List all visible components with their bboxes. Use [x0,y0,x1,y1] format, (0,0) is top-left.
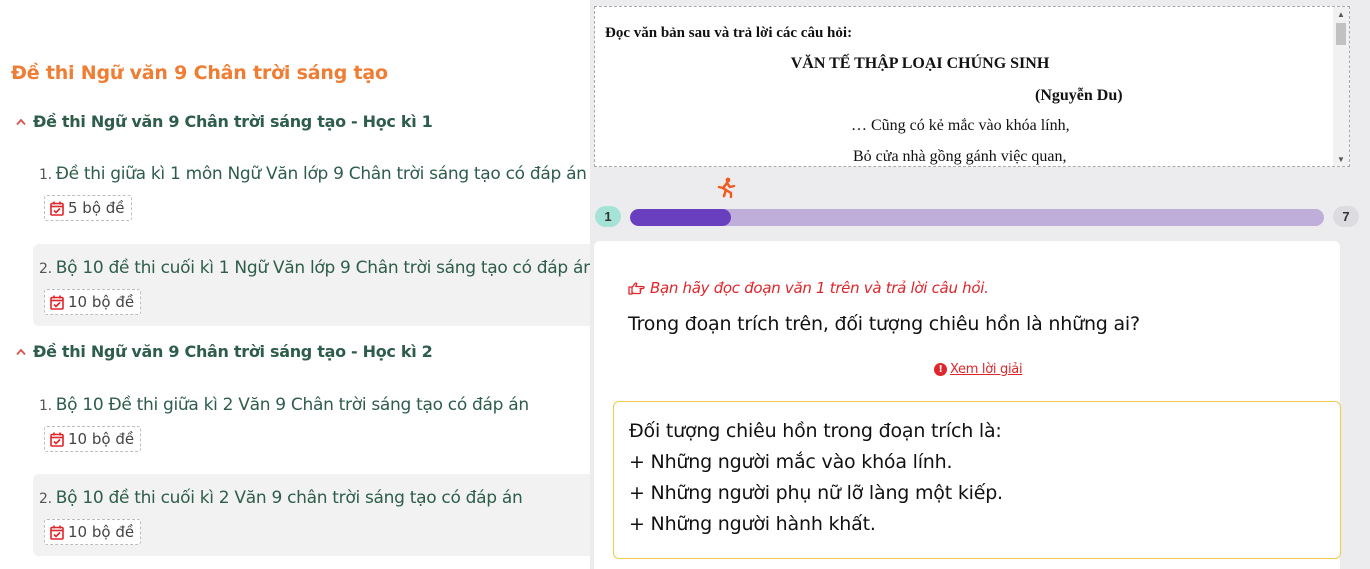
reading-passage[interactable]: Đọc văn bản sau và trả lời các câu hỏi: … [594,6,1350,167]
exam-count-label: 10 bộ đề [68,523,135,541]
progress-track [630,209,1324,226]
list-item[interactable]: 1. Đề thi giữa kì 1 môn Ngữ Văn lớp 9 Châ… [33,150,590,232]
answer-line: + Những người phụ nữ lỡ làng một kiếp. [629,482,1003,504]
quiz-panel: Đọc văn bản sau và trả lời các câu hỏi: … [590,0,1370,569]
passage-author: (Nguyễn Du) [1035,87,1123,104]
list-item-title[interactable]: 1. Bộ 10 Đề thi giữa kì 2 Văn 9 Chân trời… [39,395,529,415]
progress-fill [630,209,731,226]
scrollbar-thumb[interactable] [1336,23,1346,45]
exam-count-badge: 10 bộ đề [44,519,142,545]
list-item-label: Bộ 10 đề thi cuối kì 1 Ngữ Văn lớp 9 Châ… [55,258,594,278]
progress-start-label: 1 [595,206,621,227]
exam-list-panel: Đề thi Ngữ văn 9 Chân trời sáng tạo Đề t… [0,0,594,569]
list-item-number: 1. [39,398,52,414]
passage-title: VĂN TẾ THẬP LOẠI CHÚNG SINH [790,55,1050,72]
chevron-up-icon [16,345,27,359]
hint-text: Bạn hãy đọc đoạn văn 1 trên và trả lời c… [650,279,989,297]
list-item-number: 2. [39,491,52,507]
hand-pointing-icon [628,281,645,295]
page-title: Đề thi Ngữ văn 9 Chân trời sáng tạo [11,62,388,84]
passage-intro: Đọc văn bản sau và trả lời các câu hỏi: [605,25,853,41]
answer-box: Đối tượng chiêu hồn trong đoạn trích là:… [613,401,1341,559]
calendar-check-icon [50,295,64,310]
list-item-title[interactable]: 1. Đề thi giữa kì 1 môn Ngữ Văn lớp 9 Châ… [39,164,587,184]
calendar-check-icon [50,201,64,216]
list-item[interactable]: 1. Bộ 10 Đề thi giữa kì 2 Văn 9 Chân trời… [33,381,590,463]
exam-count-badge: 10 bộ đề [44,426,142,452]
exam-count-label: 10 bộ đề [68,430,135,448]
passage-scrollbar[interactable]: ▲ ▼ [1333,7,1349,166]
question-card: Bạn hãy đọc đoạn văn 1 trên và trả lời c… [594,241,1341,569]
chevron-up-icon [16,115,27,129]
list-item-label: Bộ 10 Đề thi giữa kì 2 Văn 9 Chân trời s… [55,395,529,415]
runner-icon [716,177,736,204]
section-heading-term-2[interactable]: Đề thi Ngữ văn 9 Chân trời sáng tạo - Họ… [16,342,433,361]
passage-line: … Cũng có kẻ mắc vào khóa lính, [851,117,1070,134]
exam-count-label: 10 bộ đề [68,293,135,311]
question-hint: Bạn hãy đọc đoạn văn 1 trên và trả lời c… [628,279,989,297]
list-item-number: 2. [39,261,52,277]
info-icon: ! [934,363,947,376]
scroll-up-arrow-icon[interactable]: ▲ [1337,10,1345,19]
view-solution-label[interactable]: Xem lời giải [950,362,1023,377]
section-heading-label: Đề thi Ngữ văn 9 Chân trời sáng tạo - Họ… [33,112,433,131]
list-item-title[interactable]: 2. Bộ 10 đề thi cuối kì 2 Văn 9 chân trời… [39,488,523,508]
exam-count-badge: 5 bộ đề [44,195,132,221]
list-item[interactable]: 2. Bộ 10 đề thi cuối kì 2 Văn 9 chân trời… [33,474,590,556]
list-item-number: 1. [39,167,52,183]
list-item-label: Bộ 10 đề thi cuối kì 2 Văn 9 chân trời s… [55,488,523,508]
view-solution-link[interactable]: ! Xem lời giải [934,362,1023,377]
calendar-check-icon [50,525,64,540]
list-item-label: Đề thi giữa kì 1 môn Ngữ Văn lớp 9 Chân … [55,164,587,184]
question-text: Trong đoạn trích trên, đối tượng chiêu h… [628,313,1140,335]
passage-line: Bỏ cửa nhà gồng gánh việc quan, [853,148,1067,165]
list-item-title[interactable]: 2. Bộ 10 đề thi cuối kì 1 Ngữ Văn lớp 9 C… [39,258,594,278]
answer-line: + Những người hành khất. [629,513,876,535]
answer-line: + Những người mắc vào khóa lính. [629,451,953,473]
calendar-check-icon [50,432,64,447]
progress-end-label: 7 [1333,206,1359,227]
exam-count-label: 5 bộ đề [68,199,125,217]
answer-line: Đối tượng chiêu hồn trong đoạn trích là: [629,420,1002,442]
list-item[interactable]: 2. Bộ 10 đề thi cuối kì 1 Ngữ Văn lớp 9 C… [33,244,594,326]
scroll-down-arrow-icon[interactable]: ▼ [1337,155,1345,164]
exam-count-badge: 10 bộ đề [44,289,142,315]
section-heading-term-1[interactable]: Đề thi Ngữ văn 9 Chân trời sáng tạo - Họ… [16,112,433,131]
section-heading-label: Đề thi Ngữ văn 9 Chân trời sáng tạo - Họ… [33,342,433,361]
